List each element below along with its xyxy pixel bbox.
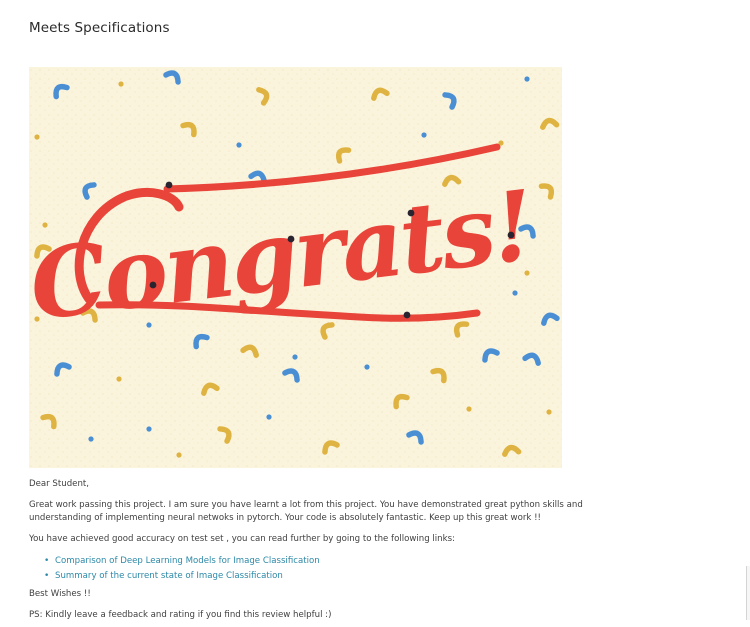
review-body: Dear Student, Great work passing this pr… <box>29 478 619 627</box>
confetti-piece <box>34 134 40 140</box>
signoff: Best Wishes !! <box>29 589 91 599</box>
confetti-piece <box>512 290 518 296</box>
list-item: • Summary of the current state of Image … <box>44 569 619 584</box>
ps-note: PS: Kindly leave a feedback and rating i… <box>29 610 332 620</box>
confetti-piece <box>292 354 298 360</box>
confetti-piece <box>116 376 122 382</box>
confetti-piece <box>236 142 242 148</box>
confetti-piece <box>364 364 370 370</box>
confetti-piece <box>88 436 94 442</box>
dark-confetti-dot <box>149 281 157 289</box>
dark-confetti-dot <box>403 311 411 319</box>
scrollbar-edge[interactable] <box>746 566 750 620</box>
confetti-piece <box>146 426 152 432</box>
feedback-paragraph: Great work passing this project. I am su… <box>29 500 583 523</box>
dark-confetti-dot <box>407 209 415 217</box>
links-intro: You have achieved good accuracy on test … <box>29 534 455 544</box>
link-image-classification-summary[interactable]: Summary of the current state of Image Cl… <box>55 571 283 581</box>
confetti-piece <box>118 81 124 87</box>
confetti-piece <box>266 414 272 420</box>
bullet-icon: • <box>44 556 50 566</box>
list-item: • Comparison of Deep Learning Models for… <box>44 554 619 569</box>
review-heading: Meets Specifications <box>29 20 170 36</box>
dark-confetti-dot <box>165 181 173 189</box>
bullet-icon: • <box>44 570 50 581</box>
resource-link-list: • Comparison of Deep Learning Models for… <box>29 554 619 583</box>
confetti-piece <box>546 409 552 415</box>
confetti-piece <box>524 76 530 82</box>
dark-confetti-dot <box>507 231 515 239</box>
congrats-banner-image: Congrats! <box>29 67 562 468</box>
link-deep-learning-comparison[interactable]: Comparison of Deep Learning Models for I… <box>55 556 320 566</box>
dark-confetti-dot <box>287 235 295 243</box>
review-page: Meets Specifications Congrats! Dear Stud… <box>0 0 750 627</box>
greeting: Dear Student, <box>29 479 89 489</box>
confetti-piece <box>466 406 472 412</box>
confetti-piece <box>176 452 182 458</box>
confetti-piece <box>421 132 427 138</box>
